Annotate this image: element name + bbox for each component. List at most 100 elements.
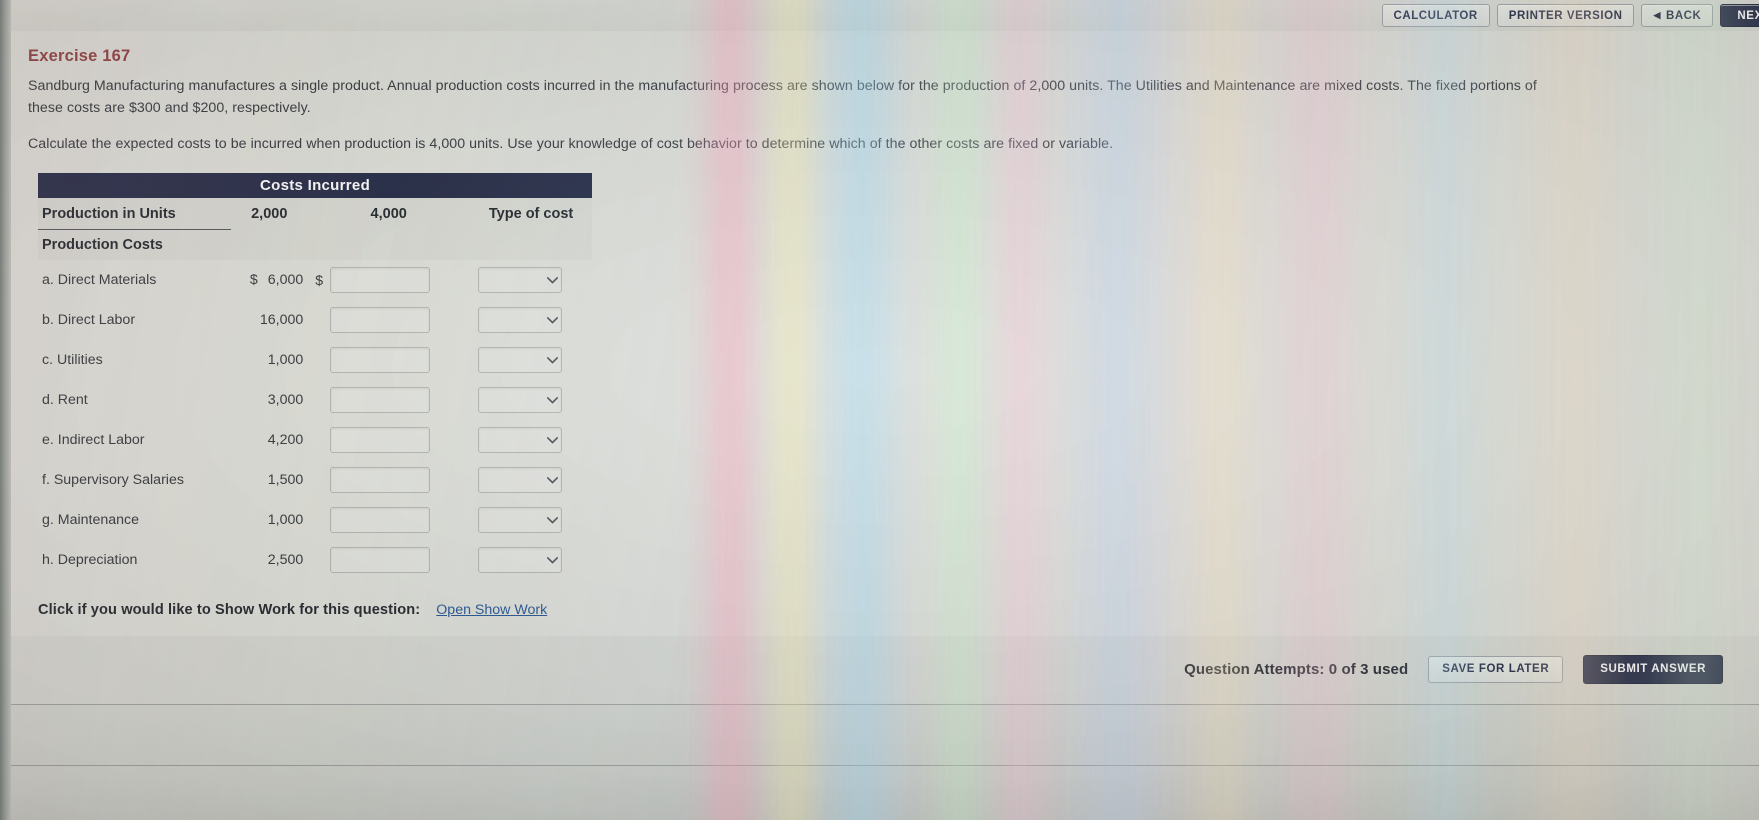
cost-input-4000[interactable] — [330, 547, 431, 573]
type-of-cost-select[interactable] — [478, 507, 563, 533]
cost-input-cell-4000: $ — [307, 420, 470, 460]
header-production-in-units: Production in Units — [38, 198, 232, 230]
cost-input-4000[interactable] — [330, 387, 431, 413]
input-dollar-prefix: $ — [315, 432, 327, 448]
cost-input-4000[interactable] — [330, 267, 431, 293]
browser-left-edge — [0, 0, 11, 820]
costs-table-body: Costs Incurred Production in Units 2,000… — [38, 173, 592, 260]
input-dollar-prefix: $ — [315, 272, 324, 288]
problem-paragraph-1: Sandburg Manufacturing manufactures a si… — [28, 78, 1537, 116]
cost-input-4000[interactable] — [330, 427, 431, 453]
screen-photo: CALCULATOR PRINTER VERSION ◀ BACK NEXT ▶… — [0, 0, 1759, 820]
printer-version-label: PRINTER VERSION — [1508, 9, 1623, 22]
amount-value: 1,000 — [267, 512, 304, 528]
chevron-down-icon — [543, 516, 561, 524]
type-of-cost-select[interactable] — [478, 387, 563, 413]
table-row: c. Utilities 1,000 $ — [38, 340, 592, 380]
table-row: a. Direct Materials $6,000 $ — [38, 260, 592, 300]
cost-input-cell-4000: $ — [307, 500, 470, 540]
type-of-cost-select[interactable] — [478, 547, 563, 573]
cost-input-4000[interactable] — [330, 467, 431, 493]
type-of-cost-select[interactable] — [478, 347, 563, 373]
amount-value: 2,500 — [267, 552, 304, 568]
submit-answer-label: SUBMIT ANSWER — [1600, 663, 1706, 675]
show-work-label: Click if you would like to Show Work for… — [38, 602, 421, 618]
cost-input-cell-4000: $ — [307, 340, 470, 380]
type-of-cost-select[interactable] — [478, 267, 563, 293]
cost-type-cell — [470, 340, 592, 380]
page-title: Exercise 167 — [28, 47, 131, 65]
top-toolbar: CALCULATOR PRINTER VERSION ◀ BACK NEXT ▶ — [0, 0, 1759, 31]
chevron-down-icon — [543, 316, 561, 324]
cost-input-4000[interactable] — [330, 347, 431, 373]
input-dollar-prefix: $ — [315, 552, 327, 568]
show-work-row: Click if you would like to Show Work for… — [38, 602, 1759, 618]
chevron-down-icon — [543, 276, 561, 284]
cost-label: c. Utilities — [42, 352, 103, 368]
cost-label: d. Rent — [42, 392, 88, 408]
input-dollar-prefix: $ — [315, 392, 327, 408]
submit-answer-button[interactable]: SUBMIT ANSWER — [1583, 654, 1723, 684]
back-label: BACK — [1665, 9, 1702, 22]
amount-value: 6,000 — [267, 272, 304, 288]
cost-amount-2000: 2,500 — [231, 540, 307, 580]
cost-amount-2000: 1,000 — [231, 340, 307, 380]
chevron-down-icon — [543, 396, 561, 404]
question-card: Exercise 167 Sandburg Manufacturing manu… — [11, 31, 1759, 636]
cost-label: b. Direct Labor — [42, 312, 136, 328]
header-col-4000: 4,000 — [307, 198, 471, 230]
open-show-work-link[interactable]: Open Show Work — [436, 602, 547, 618]
input-dollar-prefix: $ — [315, 352, 327, 368]
amount-value: 1,000 — [267, 352, 304, 368]
cost-type-cell — [470, 420, 592, 460]
cost-input-cell-4000: $ — [307, 460, 470, 500]
header-col-2000: 2,000 — [231, 198, 308, 230]
type-of-cost-select[interactable] — [478, 427, 563, 453]
cost-input-4000[interactable] — [330, 507, 431, 533]
table-header-row: Production in Units 2,000 4,000 Type of … — [38, 198, 592, 230]
subheader-production-costs: Production Costs — [38, 229, 592, 260]
cost-amount-2000: 1,000 — [231, 500, 307, 540]
amount-value: 1,500 — [267, 472, 304, 488]
cost-label: g. Maintenance — [42, 512, 140, 528]
chevron-down-icon — [543, 436, 561, 444]
amount-value: 16,000 — [259, 312, 304, 328]
table-row: h. Depreciation 2,500 $ — [38, 540, 592, 580]
cost-input-cell-4000: $ — [307, 260, 470, 300]
input-dollar-prefix: $ — [315, 512, 327, 528]
costs-incurred-banner: Costs Incurred — [38, 173, 592, 198]
table-row: b. Direct Labor 16,000 $ — [38, 300, 592, 340]
divider-rule-bottom — [11, 765, 1759, 766]
cost-input-4000[interactable] — [330, 307, 431, 333]
page-below-area — [11, 705, 1759, 820]
save-for-later-button[interactable]: SAVE FOR LATER — [1428, 655, 1564, 683]
cost-input-cell-4000: $ — [307, 380, 470, 420]
footer-action-bar: Question Attempts: 0 of 3 used SAVE FOR … — [11, 636, 1759, 702]
costs-rows-body: a. Direct Materials $6,000 $ b. Direct Labo… — [38, 260, 592, 580]
cost-type-cell — [470, 460, 592, 500]
table-banner-row: Costs Incurred — [38, 173, 592, 198]
cost-type-cell — [470, 540, 592, 580]
cost-amount-2000: $6,000 — [231, 260, 307, 300]
input-dollar-prefix: $ — [315, 312, 327, 328]
next-button[interactable]: NEXT ▶ — [1720, 4, 1759, 27]
table-subheader-row: Production Costs — [38, 229, 592, 260]
dollar-sign: $ — [249, 272, 258, 288]
type-of-cost-select[interactable] — [478, 307, 563, 333]
cost-type-cell — [470, 260, 592, 300]
calculator-button[interactable]: CALCULATOR — [1381, 4, 1490, 27]
table-row: f. Supervisory Salaries 1,500 $ — [38, 460, 592, 500]
question-attempts-status: Question Attempts: 0 of 3 used — [1184, 660, 1409, 678]
cost-amount-2000: 16,000 — [231, 300, 307, 340]
cost-label: a. Direct Materials — [42, 272, 157, 288]
type-of-cost-select[interactable] — [478, 467, 563, 493]
printer-version-button[interactable]: PRINTER VERSION — [1496, 4, 1635, 27]
save-for-later-label: SAVE FOR LATER — [1442, 663, 1550, 675]
caret-left-icon: ◀ — [1653, 10, 1661, 20]
cost-type-cell — [470, 300, 592, 340]
cost-label: e. Indirect Labor — [42, 432, 145, 448]
back-button[interactable]: ◀ BACK — [1641, 4, 1714, 27]
divider-rule-top — [11, 704, 1759, 705]
cost-amount-2000: 3,000 — [231, 380, 307, 420]
header-type-of-cost: Type of cost — [470, 198, 592, 230]
